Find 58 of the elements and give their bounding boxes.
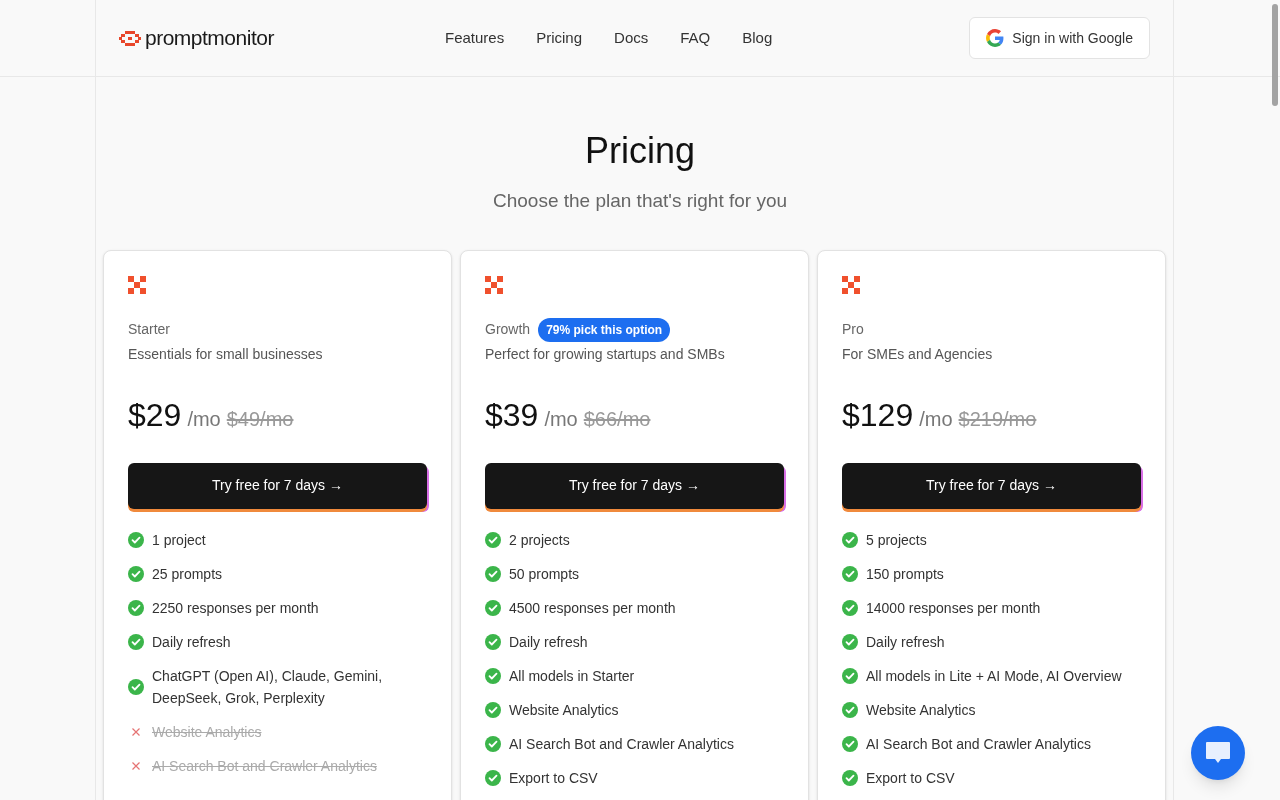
nav-link[interactable]: Blog	[742, 26, 773, 50]
plan-icon	[842, 275, 860, 294]
feature-text: Website Analytics	[509, 700, 620, 720]
feature-text: 4500 responses per month	[509, 598, 677, 618]
free-trial-button[interactable]: Try free for 7 days →	[485, 462, 784, 509]
logo-text[interactable]: promptmonitor	[145, 22, 274, 54]
plan-description: Perfect for growing startups and SMBs	[485, 344, 726, 364]
feature-text: Daily refresh	[866, 632, 946, 652]
feature-text: 2250 responses per month	[152, 598, 320, 618]
feature-text: Website Analytics	[152, 722, 263, 742]
page-subtitle: Choose the plan that's right for you	[492, 189, 788, 213]
feature-text: All models in Starter	[509, 666, 636, 686]
feature-text: Website Analytics	[866, 700, 977, 720]
nav-link[interactable]: FAQ	[680, 26, 711, 50]
price: $129	[842, 395, 914, 435]
feature-text: Export to CSV	[866, 768, 956, 788]
price: $29	[128, 395, 182, 435]
price: $39	[485, 395, 539, 435]
feature-text: Export to CSV	[509, 768, 599, 788]
price-period: /mo	[187, 406, 221, 432]
nav-link[interactable]: Features	[445, 26, 505, 50]
feature-text: All models in Lite + AI Mode, AI Overview	[866, 666, 1123, 686]
google-sign-in-button[interactable]: Sign in with Google	[969, 17, 1150, 59]
free-trial-button[interactable]: Try free for 7 days →	[128, 462, 427, 509]
plan-name: Pro	[842, 320, 864, 339]
scrollbar-thumb[interactable]	[1272, 4, 1278, 106]
feature-text: AI Search Bot and Crawler Analytics	[152, 756, 378, 776]
page-title: Pricing	[584, 129, 695, 173]
feature-text: Daily refresh	[509, 632, 589, 652]
plan-name: Growth	[485, 320, 531, 339]
feature-text: 150 prompts	[866, 564, 945, 584]
plan-description: For SMEs and Agencies	[842, 344, 994, 364]
plan-icon	[128, 275, 146, 294]
feature-text: 2 projects	[509, 530, 571, 550]
feature-text: ChatGPT (Open AI), Claude, Gemini, DeepSeek, Grok, Perplexity	[152, 666, 384, 708]
plan-icon	[485, 275, 503, 294]
plan-name: Starter	[128, 320, 170, 339]
original-price: $219/mo	[958, 406, 1037, 432]
free-trial-button[interactable]: Try free for 7 days →	[842, 462, 1141, 509]
google-icon	[986, 29, 1005, 47]
feature-text: 25 prompts	[152, 564, 224, 584]
feature-text: 50 prompts	[509, 564, 581, 584]
chat-button[interactable]	[1191, 726, 1245, 780]
price-period: /mo	[919, 406, 953, 432]
popularity-badge: 79% pick this option	[538, 317, 671, 342]
nav-link[interactable]: Docs	[614, 26, 649, 50]
original-price: $49/mo	[226, 406, 294, 432]
nav-link[interactable]: Pricing	[536, 26, 583, 50]
feature-text: AI Search Bot and Crawler Analytics	[509, 734, 735, 754]
feature-text: 5 projects	[866, 530, 928, 550]
plan-description: Essentials for small businesses	[128, 344, 324, 364]
feature-text: 1 project	[152, 530, 207, 550]
feature-text: 14000 responses per month	[866, 598, 1042, 618]
feature-text: Daily refresh	[152, 632, 232, 652]
logo-icon	[119, 30, 141, 46]
original-price: $66/mo	[583, 406, 651, 432]
price-period: /mo	[544, 406, 578, 432]
feature-text: AI Search Bot and Crawler Analytics	[866, 734, 1092, 754]
